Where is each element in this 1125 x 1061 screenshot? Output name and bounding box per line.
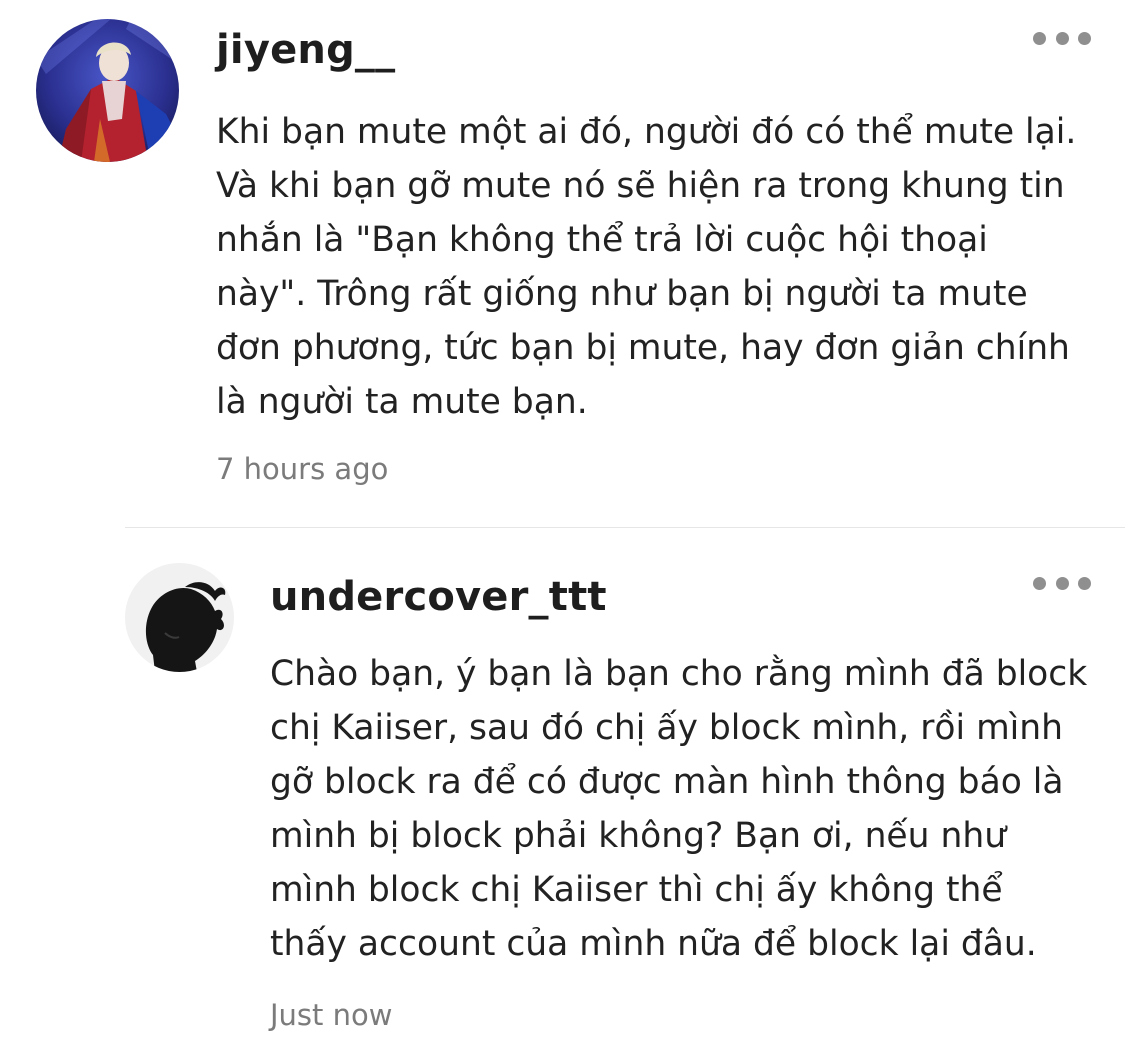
more-horizontal-icon [1033,576,1046,590]
more-horizontal-icon [1055,31,1069,45]
comment-body-line: đơn phương, tức bạn bị mute, hay đơn giả… [216,328,1070,368]
comment-body-line: chị Kaiiser, sau đó chị ấy block mình, r… [270,708,1063,748]
comment-body-line: Khi bạn mute một ai đó, người đó có thể … [216,112,1077,152]
comment-body-line: nhắn là "Bạn không thể trả lời cuộc hội … [216,220,988,260]
more-horizontal-icon [1078,576,1091,590]
more-horizontal-icon [1078,31,1091,45]
avatar[interactable] [36,19,179,162]
more-options-button[interactable] [1033,571,1091,595]
comment-divider [125,527,1125,528]
more-options-button[interactable] [1033,26,1091,50]
comment-body-line: mình bị block phải không? Bạn ơi, nếu nh… [270,816,1007,856]
comment-body-line: gỡ block ra để có được màn hình thông bá… [270,762,1064,802]
comment-body-line: Chào bạn, ý bạn là bạn cho rằng mình đã … [270,654,1088,694]
comment-username[interactable]: jiyeng__ [216,30,395,70]
comment-body-line: thấy account của mình nữa để block lại đ… [270,924,1037,964]
avatar-image-undercover [125,563,234,672]
comment-body-line: này". Trông rất giống như bạn bị người t… [216,274,1028,314]
comment-item: jiyeng__ Khi bạn mute một ai đó, người đ… [0,0,1125,528]
comment-body-line: Và khi bạn gỡ mute nó sẽ hiện ra trong k… [216,166,1065,206]
comment-timestamp: Just now [270,998,393,1032]
comment-username[interactable]: undercover_ttt [270,577,607,617]
comment-reply-item: undercover_ttt Chào bạn, ý bạn là bạn ch… [0,529,1125,1061]
more-horizontal-icon [1033,31,1046,45]
avatar[interactable] [125,563,234,672]
comment-body: Chào bạn, ý bạn là bạn cho rằng mình đã … [270,647,1087,971]
more-horizontal-icon [1055,576,1069,590]
comment-body: Khi bạn mute một ai đó, người đó có thể … [216,105,1076,429]
avatar-image-jiyeng [36,19,179,162]
comment-body-line: là người ta mute bạn. [216,382,588,422]
comment-timestamp: 7 hours ago [216,452,389,486]
comment-body-line: mình block chị Kaiiser thì chị ấy không … [270,870,1003,910]
